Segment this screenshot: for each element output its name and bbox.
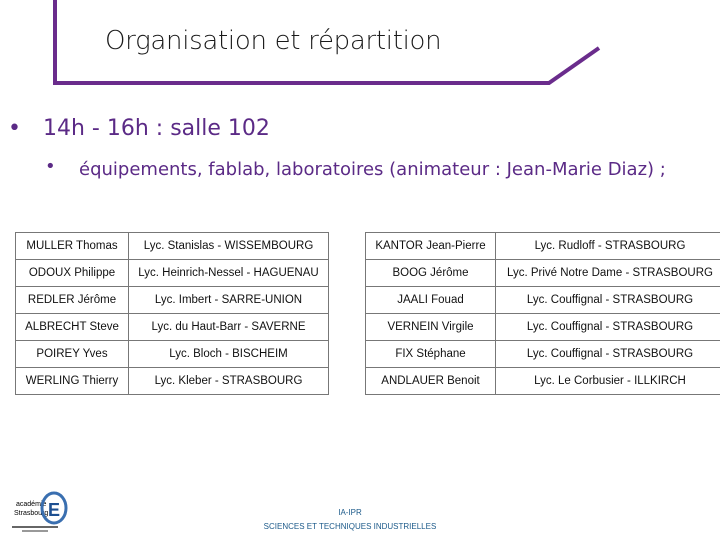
- table-row: REDLER JérômeLyc. Imbert - SARRE-UNION: [16, 287, 329, 314]
- bullet-marker: •: [8, 116, 21, 141]
- school-cell: Lyc. Le Corbusier - ILLKIRCH: [496, 368, 720, 395]
- school-cell: Lyc. Couffignal - STRASBOURG: [496, 314, 720, 341]
- school-cell: Lyc. Rudloff - STRASBOURG: [496, 233, 720, 260]
- footer-line-1: IA-IPR: [230, 508, 470, 517]
- table-row: ODOUX PhilippeLyc. Heinrich-Nessel - HAG…: [16, 260, 329, 287]
- school-cell: Lyc. Heinrich-Nessel - HAGUENAU: [129, 260, 329, 287]
- name-cell: REDLER Jérôme: [16, 287, 129, 314]
- table-row: VERNEIN VirgileLyc. Couffignal - STRASBO…: [366, 314, 720, 341]
- svg-text:E: E: [48, 500, 60, 520]
- name-cell: ALBRECHT Steve: [16, 314, 129, 341]
- name-cell: JAALI Fouad: [366, 287, 496, 314]
- school-cell: Lyc. Imbert - SARRE-UNION: [129, 287, 329, 314]
- name-cell: ODOUX Philippe: [16, 260, 129, 287]
- name-cell: WERLING Thierry: [16, 368, 129, 395]
- table-row: ALBRECHT SteveLyc. du Haut-Barr - SAVERN…: [16, 314, 329, 341]
- table-row: KANTOR Jean-PierreLyc. Rudloff - STRASBO…: [366, 233, 720, 260]
- bullet-text: équipements, fablab, laboratoires (anima…: [79, 156, 679, 183]
- table-row: WERLING ThierryLyc. Kleber - STRASBOURG: [16, 368, 329, 395]
- school-cell: Lyc. Couffignal - STRASBOURG: [496, 287, 720, 314]
- bullet-level-1: • 14h - 16h : salle 102: [8, 116, 21, 141]
- name-cell: ANDLAUER Benoit: [366, 368, 496, 395]
- name-cell: MULLER Thomas: [16, 233, 129, 260]
- table-row: BOOG JérômeLyc. Privé Notre Dame - STRAS…: [366, 260, 720, 287]
- table-row: POIREY YvesLyc. Bloch - BISCHEIM: [16, 341, 329, 368]
- table-row: MULLER ThomasLyc. Stanislas - WISSEMBOUR…: [16, 233, 329, 260]
- participants-table-left: MULLER ThomasLyc. Stanislas - WISSEMBOUR…: [15, 232, 329, 395]
- school-cell: Lyc. Couffignal - STRASBOURG: [496, 341, 720, 368]
- school-cell: Lyc. Privé Notre Dame - STRASBOURG: [496, 260, 720, 287]
- name-cell: BOOG Jérôme: [366, 260, 496, 287]
- table-row: JAALI FouadLyc. Couffignal - STRASBOURG: [366, 287, 720, 314]
- bullet-marker: •: [45, 156, 56, 177]
- name-cell: KANTOR Jean-Pierre: [366, 233, 496, 260]
- name-cell: POIREY Yves: [16, 341, 129, 368]
- school-cell: Lyc. Bloch - BISCHEIM: [129, 341, 329, 368]
- academie-logo: académie Strasbourg E: [10, 486, 70, 536]
- table-row: FIX StéphaneLyc. Couffignal - STRASBOURG: [366, 341, 720, 368]
- name-cell: VERNEIN Virgile: [366, 314, 496, 341]
- school-cell: Lyc. Kleber - STRASBOURG: [129, 368, 329, 395]
- table-row: ANDLAUER BenoitLyc. Le Corbusier - ILLKI…: [366, 368, 720, 395]
- school-cell: Lyc. Stanislas - WISSEMBOURG: [129, 233, 329, 260]
- name-cell: FIX Stéphane: [366, 341, 496, 368]
- page-title: Organisation et répartition: [105, 26, 441, 56]
- school-cell: Lyc. du Haut-Barr - SAVERNE: [129, 314, 329, 341]
- bullet-text: 14h - 16h : salle 102: [43, 116, 270, 141]
- participants-table-right: KANTOR Jean-PierreLyc. Rudloff - STRASBO…: [365, 232, 720, 395]
- footer-line-2: SCIENCES ET TECHNIQUES INDUSTRIELLES: [230, 522, 470, 531]
